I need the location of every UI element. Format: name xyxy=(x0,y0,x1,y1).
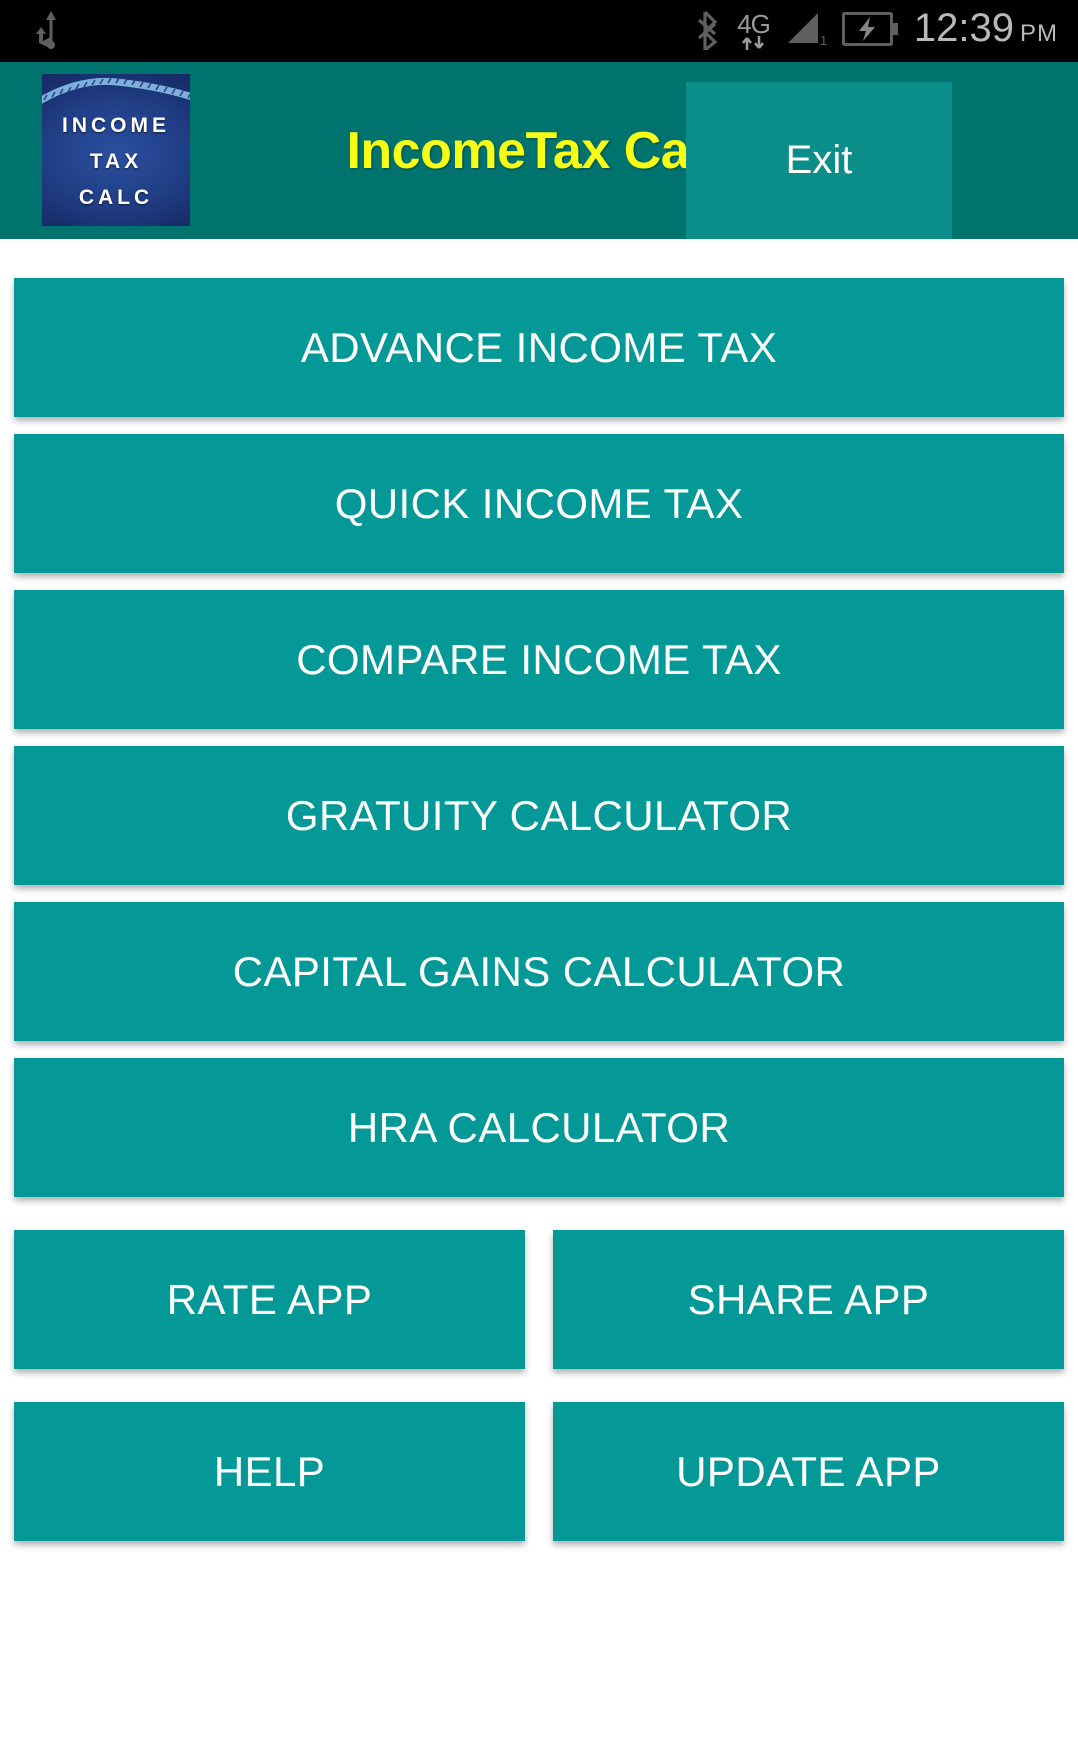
app-actions-row-2: HELP UPDATE APP xyxy=(14,1402,1064,1541)
app-header: INCOME TAX CALC IncomeTax Calc Exit xyxy=(0,62,1078,239)
help-button[interactable]: HELP xyxy=(14,1402,525,1541)
status-bar-right: 4G 1 12:39 PM xyxy=(697,8,1078,55)
logo-ribbon-decoration xyxy=(42,76,190,106)
clock: 12:39 PM xyxy=(914,8,1058,54)
main-content: ADVANCE INCOME TAX QUICK INCOME TAX COMP… xyxy=(0,239,1078,1754)
svg-text:1: 1 xyxy=(820,33,827,48)
app-actions-row-1: RATE APP SHARE APP xyxy=(14,1230,1064,1369)
logo-line-1: INCOME xyxy=(62,114,170,137)
logo-line-3: CALC xyxy=(78,186,154,209)
section-spacer-2 xyxy=(0,1386,1078,1402)
bluetooth-icon xyxy=(697,8,723,55)
clock-time: 12:39 xyxy=(913,6,1014,50)
clock-ampm: PM xyxy=(1020,20,1058,47)
usb-icon xyxy=(34,9,60,54)
status-bar: 4G 1 12:39 PM xyxy=(0,0,1078,62)
logo-line-2: TAX xyxy=(89,150,143,173)
capital-gains-calculator-button[interactable]: CAPITAL GAINS CALCULATOR xyxy=(14,902,1064,1041)
app-screen: 4G 1 12:39 PM INCOME TAX CALC IncomeTax … xyxy=(0,0,1078,1754)
exit-button[interactable]: Exit xyxy=(686,82,952,239)
quick-income-tax-button[interactable]: QUICK INCOME TAX xyxy=(14,434,1064,573)
rate-app-button[interactable]: RATE APP xyxy=(14,1230,525,1369)
gratuity-calculator-button[interactable]: GRATUITY CALCULATOR xyxy=(14,746,1064,885)
signal-icon: 1 xyxy=(784,9,828,54)
status-bar-left xyxy=(0,9,60,54)
share-app-button[interactable]: SHARE APP xyxy=(553,1230,1064,1369)
network-type-label: 4G xyxy=(737,8,771,39)
compare-income-tax-button[interactable]: COMPARE INCOME TAX xyxy=(14,590,1064,729)
app-logo: INCOME TAX CALC xyxy=(42,74,190,226)
app-logo-text: INCOME TAX CALC xyxy=(42,108,190,216)
mobile-data-icon: 4G xyxy=(737,8,771,51)
hra-calculator-button[interactable]: HRA CALCULATOR xyxy=(14,1058,1064,1197)
advance-income-tax-button[interactable]: ADVANCE INCOME TAX xyxy=(14,278,1064,417)
battery-charging-icon xyxy=(841,11,900,51)
update-app-button[interactable]: UPDATE APP xyxy=(553,1402,1064,1541)
